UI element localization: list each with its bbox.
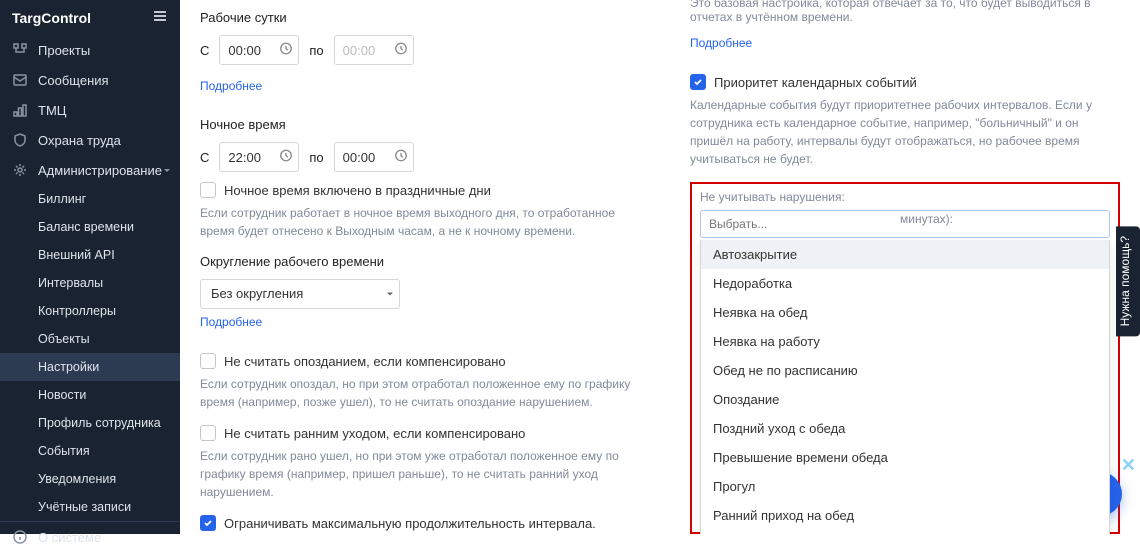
sidebar-item-messages[interactable]: Сообщения: [0, 65, 180, 95]
rounding-select[interactable]: Без округления: [200, 279, 400, 309]
helper-text: Если сотрудник рано ушел, но при этом уж…: [200, 447, 650, 501]
help-tab[interactable]: Нужна помощь?: [1116, 226, 1140, 336]
early-compensated-checkbox[interactable]: [200, 425, 216, 441]
main-content: Рабочие сутки С по Подробнее Ночное врем…: [180, 0, 1140, 534]
close-icon[interactable]: ✕: [1121, 455, 1136, 476]
sidebar: TargControl Проекты Сообщения ТМЦ Охрана…: [0, 0, 180, 534]
menu-toggle-icon[interactable]: [152, 8, 168, 27]
section-work-hours: Рабочие сутки: [200, 10, 650, 25]
subnav-item-notifications[interactable]: Уведомления: [0, 465, 180, 493]
inventory-icon: [12, 102, 28, 118]
subnav-item-api[interactable]: Внешний API: [0, 241, 180, 269]
settings-column-right: Это базовая настройка, которая отвечает …: [670, 0, 1140, 534]
settings-column-left: Рабочие сутки С по Подробнее Ночное врем…: [180, 0, 670, 534]
sidebar-item-safety[interactable]: Охрана труда: [0, 125, 180, 155]
gear-icon: [12, 162, 28, 178]
section-night-hours: Ночное время: [200, 117, 650, 132]
helper-text: Если сотрудник работает в ночное время в…: [200, 204, 650, 240]
to-label: по: [309, 43, 323, 58]
priority-events-checkbox[interactable]: [690, 74, 706, 90]
subnav-item-events[interactable]: События: [0, 437, 180, 465]
night-from-input[interactable]: [219, 142, 299, 172]
violations-dropdown-list: Автозакрытие Недоработка Неявка на обед …: [700, 240, 1110, 534]
from-label: С: [200, 150, 209, 165]
mail-icon: [12, 72, 28, 88]
section-rounding: Округление рабочего времени: [200, 254, 650, 269]
ignore-violations-block: Не учитывать нарушения: Автозакрытие Нед…: [690, 182, 1120, 534]
more-link[interactable]: Подробнее: [690, 36, 752, 50]
nav-label: Охрана труда: [38, 133, 121, 148]
dropdown-option[interactable]: Неявка на работу: [701, 327, 1109, 356]
dropdown-option[interactable]: Превышение времени обеда: [701, 443, 1109, 472]
work-from-input[interactable]: [219, 35, 299, 65]
subnav-item-news[interactable]: Новости: [0, 381, 180, 409]
brand-logo: TargControl: [12, 10, 91, 26]
nav-label: О системе: [38, 530, 101, 545]
nav-label: Проекты: [38, 43, 90, 58]
dropdown-option[interactable]: Автозакрытие: [701, 240, 1109, 269]
subnav-item-intervals[interactable]: Интервалы: [0, 269, 180, 297]
work-to-input[interactable]: [334, 35, 414, 65]
checkbox-label: Не считать опозданием, если компенсирова…: [224, 354, 506, 369]
background-text: минутах):: [900, 210, 1120, 229]
dropdown-option[interactable]: Прогул: [701, 472, 1109, 501]
more-link[interactable]: Подробнее: [200, 315, 262, 329]
to-label: по: [309, 150, 323, 165]
dropdown-option[interactable]: Недоработка: [701, 269, 1109, 298]
from-label: С: [200, 43, 209, 58]
nav-label: Сообщения: [38, 73, 109, 88]
subnav-item-balance[interactable]: Баланс времени: [0, 213, 180, 241]
projects-icon: [12, 42, 28, 58]
late-compensated-checkbox[interactable]: [200, 353, 216, 369]
sidebar-item-admin[interactable]: Администрирование: [0, 155, 180, 185]
nav-label: ТМЦ: [38, 103, 66, 118]
sidebar-header: TargControl: [0, 0, 180, 35]
dropdown-option[interactable]: Поздний уход с обеда: [701, 414, 1109, 443]
sidebar-item-about[interactable]: О системе: [0, 522, 180, 552]
helper-text: Это базовая настройка, которая отвечает …: [690, 0, 1120, 24]
night-to-input[interactable]: [334, 142, 414, 172]
dropdown-label: Не учитывать нарушения:: [700, 190, 1110, 204]
dropdown-option[interactable]: Ранний приход на обед: [701, 501, 1109, 530]
chevron-down-icon: [162, 163, 172, 178]
helper-text: Если сотрудник опоздал, но при этом отра…: [200, 375, 650, 411]
dropdown-option[interactable]: Обед не по расписанию: [701, 356, 1109, 385]
subnav-item-controllers[interactable]: Контроллеры: [0, 297, 180, 325]
shield-icon: [12, 132, 28, 148]
nav-label: Администрирование: [38, 163, 162, 178]
dropdown-option[interactable]: Ранний уход: [701, 530, 1109, 534]
sidebar-item-projects[interactable]: Проекты: [0, 35, 180, 65]
subnav-item-settings[interactable]: Настройки: [0, 353, 180, 381]
helper-text: Календарные события будут приоритетнее р…: [690, 96, 1120, 168]
checkbox-label: Приоритет календарных событий: [714, 75, 917, 90]
checkbox-label: Не считать ранним уходом, если компенсир…: [224, 426, 525, 441]
dropdown-option[interactable]: Опоздание: [701, 385, 1109, 414]
sidebar-item-tmc[interactable]: ТМЦ: [0, 95, 180, 125]
subnav-item-employee[interactable]: Профиль сотрудника: [0, 409, 180, 437]
checkbox-label: Ночное время включено в праздничные дни: [224, 183, 491, 198]
night-holiday-checkbox[interactable]: [200, 182, 216, 198]
subnav-item-objects[interactable]: Объекты: [0, 325, 180, 353]
dropdown-option[interactable]: Неявка на обед: [701, 298, 1109, 327]
subnav-item-accounts[interactable]: Учётные записи: [0, 493, 180, 521]
admin-subnav: Биллинг Баланс времени Внешний API Интер…: [0, 185, 180, 521]
more-link[interactable]: Подробнее: [200, 79, 262, 93]
info-icon: [12, 529, 28, 545]
limit-interval-checkbox[interactable]: [200, 515, 216, 531]
checkbox-label: Ограничивать максимальную продолжительно…: [224, 516, 596, 531]
subnav-item-billing[interactable]: Биллинг: [0, 185, 180, 213]
